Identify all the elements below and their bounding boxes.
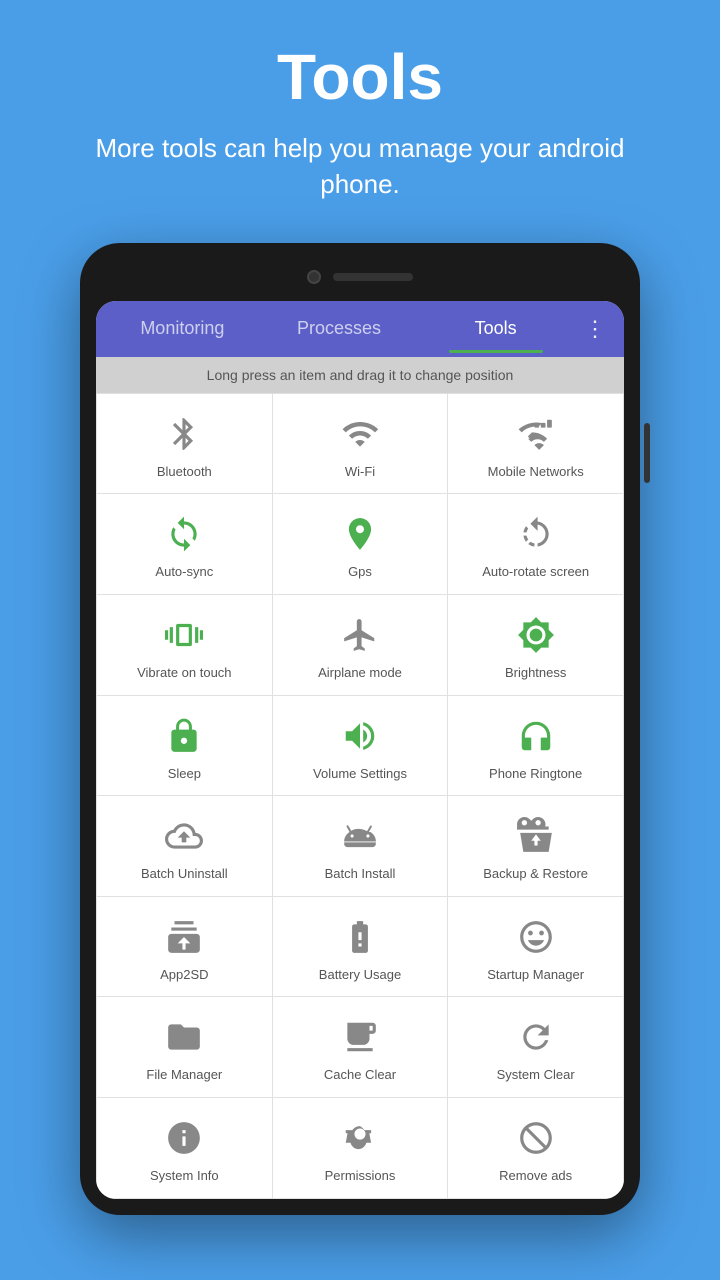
volume-label: Volume Settings [313, 766, 407, 782]
battery-icon [338, 915, 382, 959]
tab-processes[interactable]: Processes [261, 304, 418, 353]
tool-brightness[interactable]: Brightness [448, 595, 624, 696]
tool-system-clear[interactable]: System Clear [448, 997, 624, 1098]
tool-sleep[interactable]: Sleep [97, 696, 273, 797]
tool-ringtone[interactable]: Phone Ringtone [448, 696, 624, 797]
tool-vibrate[interactable]: Vibrate on touch [97, 595, 273, 696]
permissions-icon [338, 1116, 382, 1160]
app2sd-icon [162, 915, 206, 959]
mobile-networks-icon [514, 412, 558, 456]
phone-notch [96, 259, 624, 295]
volume-icon [338, 714, 382, 758]
sleep-label: Sleep [168, 766, 201, 782]
batch-install-label: Batch Install [325, 866, 396, 882]
tool-auto-sync[interactable]: Auto-sync [97, 494, 273, 595]
permissions-label: Permissions [325, 1168, 396, 1184]
wifi-label: Wi-Fi [345, 464, 375, 480]
tab-monitoring[interactable]: Monitoring [104, 304, 261, 353]
tool-app2sd[interactable]: App2SD [97, 897, 273, 998]
tab-tools[interactable]: Tools [417, 304, 574, 353]
tool-batch-install[interactable]: Batch Install [273, 796, 449, 897]
hint-bar: Long press an item and drag it to change… [96, 357, 624, 393]
system-clear-icon [514, 1015, 558, 1059]
tool-wifi[interactable]: Wi-Fi [273, 394, 449, 495]
vibrate-icon [162, 613, 206, 657]
tool-mobile-networks[interactable]: Mobile Networks [448, 394, 624, 495]
auto-sync-icon [162, 512, 206, 556]
cache-clear-icon [338, 1015, 382, 1059]
tool-batch-uninstall[interactable]: Batch Uninstall [97, 796, 273, 897]
tool-cache[interactable]: Cache Clear [273, 997, 449, 1098]
phone-mockup: Monitoring Processes Tools ⋮ Long press … [80, 243, 640, 1215]
gps-label: Gps [348, 564, 372, 580]
tool-battery[interactable]: Battery Usage [273, 897, 449, 998]
remove-ads-label: Remove ads [499, 1168, 572, 1184]
phone-screen: Monitoring Processes Tools ⋮ Long press … [96, 301, 624, 1199]
tool-backup[interactable]: Backup & Restore [448, 796, 624, 897]
remove-ads-icon [514, 1116, 558, 1160]
auto-rotate-icon [514, 512, 558, 556]
startup-label: Startup Manager [487, 967, 584, 983]
phone-camera [307, 270, 321, 284]
wifi-icon [338, 412, 382, 456]
brightness-label: Brightness [505, 665, 566, 681]
file-manager-label: File Manager [146, 1067, 222, 1083]
vibrate-label: Vibrate on touch [137, 665, 231, 681]
batch-uninstall-icon [162, 814, 206, 858]
bluetooth-label: Bluetooth [157, 464, 212, 480]
tool-auto-rotate[interactable]: Auto-rotate screen [448, 494, 624, 595]
cache-clear-label: Cache Clear [324, 1067, 396, 1083]
backup-label: Backup & Restore [483, 866, 588, 882]
mobile-networks-label: Mobile Networks [488, 464, 584, 480]
system-info-label: System Info [150, 1168, 219, 1184]
airplane-label: Airplane mode [318, 665, 402, 681]
system-clear-label: System Clear [497, 1067, 575, 1083]
page-subtitle: More tools can help you manage your andr… [20, 130, 700, 203]
batch-uninstall-label: Batch Uninstall [141, 866, 228, 882]
tool-system-info[interactable]: System Info [97, 1098, 273, 1199]
tab-bar: Monitoring Processes Tools ⋮ [96, 301, 624, 357]
tool-airplane[interactable]: Airplane mode [273, 595, 449, 696]
tool-permissions[interactable]: Permissions [273, 1098, 449, 1199]
brightness-icon [514, 613, 558, 657]
airplane-icon [338, 613, 382, 657]
gps-icon [338, 512, 382, 556]
page-title: Tools [20, 40, 700, 114]
tools-grid: Bluetooth Wi-Fi Mobile Networks [96, 393, 624, 1199]
auto-sync-label: Auto-sync [155, 564, 213, 580]
system-info-icon [162, 1116, 206, 1160]
ringtone-label: Phone Ringtone [489, 766, 582, 782]
phone-side-button [644, 423, 650, 483]
bluetooth-icon [162, 412, 206, 456]
tool-gps[interactable]: Gps [273, 494, 449, 595]
backup-icon [514, 814, 558, 858]
auto-rotate-label: Auto-rotate screen [482, 564, 589, 580]
page-header: Tools More tools can help you manage you… [0, 0, 720, 223]
phone-speaker [333, 273, 413, 281]
tool-startup[interactable]: Startup Manager [448, 897, 624, 998]
file-manager-icon [162, 1015, 206, 1059]
sleep-icon [162, 714, 206, 758]
app2sd-label: App2SD [160, 967, 208, 983]
tool-file[interactable]: File Manager [97, 997, 273, 1098]
batch-install-icon [338, 814, 382, 858]
startup-icon [514, 915, 558, 959]
tool-bluetooth[interactable]: Bluetooth [97, 394, 273, 495]
tool-remove-ads[interactable]: Remove ads [448, 1098, 624, 1199]
battery-label: Battery Usage [319, 967, 401, 983]
ringtone-icon [514, 714, 558, 758]
tab-more-button[interactable]: ⋮ [574, 302, 616, 356]
tool-volume[interactable]: Volume Settings [273, 696, 449, 797]
